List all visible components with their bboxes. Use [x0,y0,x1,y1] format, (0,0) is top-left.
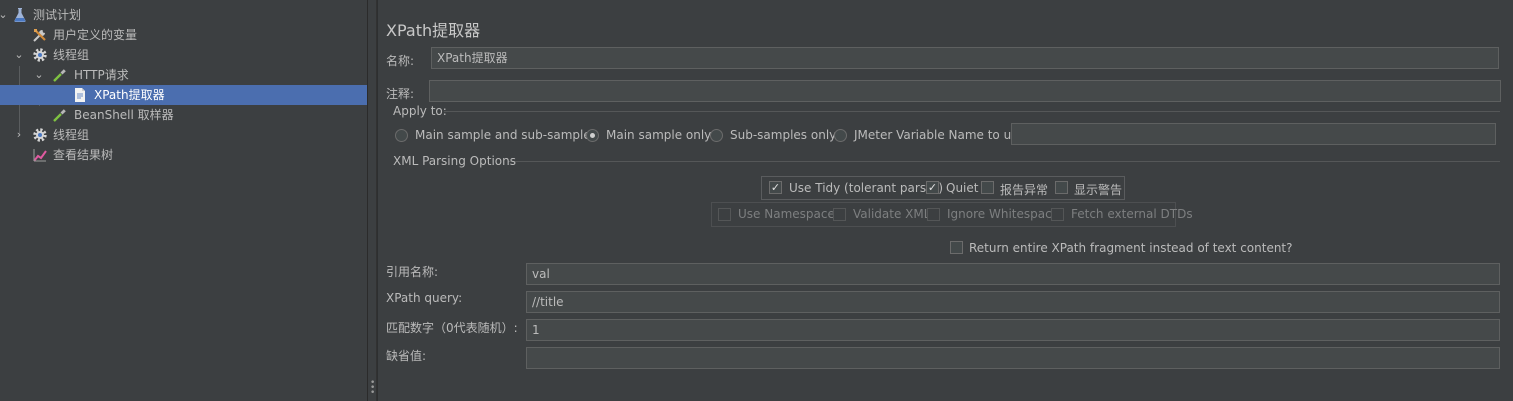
checkbox-label: Use Tidy (tolerant parser) [789,181,944,195]
chart-icon [32,147,48,163]
tree-item-label: 查看结果树 [53,148,114,162]
checkbox-label: Return entire XPath fragment instead of … [969,241,1293,255]
xpath-extractor-panel: XPath提取器 名称: 注释: Apply to: Main sample a… [377,0,1512,401]
radio-jmeter-variable[interactable] [834,129,847,142]
default-value-label: 缺省值: [386,349,427,363]
tree-item-xpath-extractor[interactable]: XPath提取器 [0,85,367,105]
chevron-down-icon[interactable]: ⌄ [33,65,45,85]
radio-label: JMeter Variable Name to use [854,128,1025,142]
comment-field[interactable] [429,80,1501,102]
reference-name-field[interactable] [526,263,1500,285]
document-icon [72,87,88,103]
tree-item-label: 线程组 [53,128,90,142]
panel-splitter[interactable]: • • • [367,0,377,401]
xml-parsing-options-legend: XML Parsing Options [393,154,516,168]
radio-label: Main sample only [606,128,712,142]
pipette-icon [52,67,68,83]
tree-item-view-results-tree[interactable]: 查看结果树 [0,145,367,165]
match-number-label: 匹配数字（0代表随机）: [386,321,518,335]
chevron-down-icon[interactable]: ⌄ [13,45,25,65]
quiet-checkbox[interactable]: ✓ [926,181,939,194]
chevron-right-icon[interactable]: › [13,125,25,145]
chevron-down-icon[interactable]: ⌄ [0,5,9,25]
comment-label: 注释: [386,87,415,101]
tree-item-label: XPath提取器 [94,88,165,102]
tree-item-label: BeanShell 取样器 [74,108,174,122]
tree-item-thread-group[interactable]: ⌄ 线程组 [0,45,367,65]
name-field[interactable] [431,47,1499,69]
checkbox-label: Validate XML [853,207,931,221]
tree-item-label: 测试计划 [33,8,82,22]
pipette-icon [52,107,68,123]
radio-label: Sub-samples only [730,128,837,142]
use-namespaces-checkbox[interactable] [718,208,731,221]
apply-to-legend: Apply to: [393,104,447,118]
tree-item-thread-group[interactable]: › 线程组 [0,125,367,145]
radio-main-and-sub[interactable] [395,129,408,142]
tree-item-beanshell-sampler[interactable]: BeanShell 取样器 [0,105,367,125]
divider [508,161,1500,162]
name-label: 名称: [386,54,415,68]
validate-xml-checkbox[interactable] [833,208,846,221]
gear-icon [32,47,48,63]
jmeter-variable-field[interactable] [1011,123,1496,145]
radio-label: Main sample and sub-samples [415,128,597,142]
ignore-whitespace-checkbox[interactable] [927,208,940,221]
tree-item-test-plan[interactable]: ⌄ 测试计划 [0,5,367,25]
checkbox-label: Fetch external DTDs [1071,207,1193,221]
test-plan-flask-icon [12,7,28,23]
reference-name-label: 引用名称: [386,265,439,279]
checkbox-label: Ignore Whitespace [947,207,1060,221]
checkbox-label: Use Namespaces [738,207,842,221]
report-errors-checkbox[interactable] [981,181,994,194]
drag-handle-icon: • • • [370,378,376,398]
checkbox-label: 报告异常 [1000,183,1049,197]
fetch-external-dtds-checkbox[interactable] [1051,208,1064,221]
tree-item-http-request[interactable]: ⌄ HTTP请求 [0,65,367,85]
test-plan-tree: ⌄ 测试计划 用户定义的变量 ⌄ 线程组 ⌄ HTTP请求 XPath提取器 B… [0,0,367,401]
tree-item-label: 线程组 [53,48,90,62]
return-fragment-checkbox[interactable] [950,241,963,254]
default-value-field[interactable] [526,347,1500,369]
match-number-field[interactable] [526,319,1500,341]
checkbox-label: Quiet [946,181,979,195]
use-tidy-checkbox[interactable]: ✓ [769,181,782,194]
radio-main-only[interactable] [586,129,599,142]
gear-icon [32,127,48,143]
tools-icon [32,27,48,43]
show-warnings-checkbox[interactable] [1055,181,1068,194]
checkbox-label: 显示警告 [1074,183,1123,197]
radio-sub-only[interactable] [710,129,723,142]
tree-item-label: HTTP请求 [74,68,129,82]
xpath-query-field[interactable] [526,291,1500,313]
divider [444,111,1500,112]
tree-item-label: 用户定义的变量 [53,28,138,42]
xpath-query-label: XPath query: [386,291,463,305]
page-title: XPath提取器 [386,21,481,40]
tree-item-user-variables[interactable]: 用户定义的变量 [0,25,367,45]
